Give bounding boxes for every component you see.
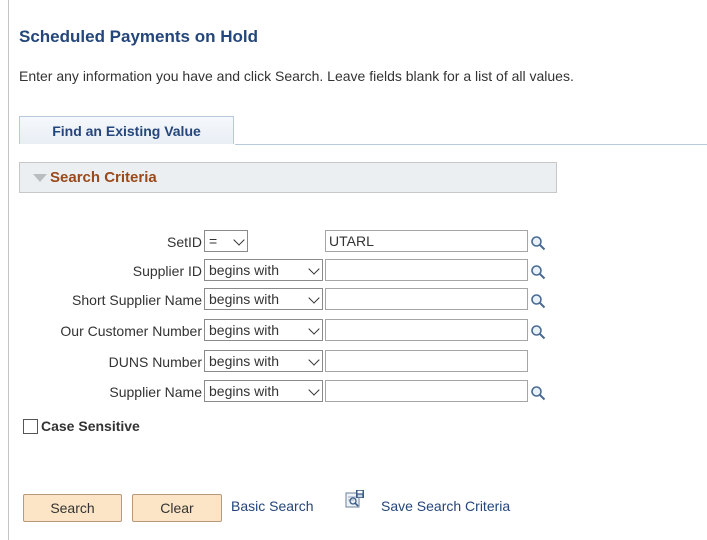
supplier-name-operator-select[interactable]: begins with (204, 380, 323, 402)
supplier-name-label: Supplier Name (109, 384, 202, 400)
tab-label: Find an Existing Value (52, 122, 201, 139)
field-row-supplier-name: Supplier Name begins with (0, 380, 560, 404)
supplier-name-input[interactable] (325, 380, 528, 402)
case-sensitive-checkbox[interactable] (23, 418, 38, 434)
basic-search-link[interactable]: Basic Search (231, 498, 313, 514)
setid-operator-select[interactable]: = (204, 230, 248, 252)
search-criteria-header[interactable]: Search Criteria (19, 162, 557, 193)
our-customer-number-input[interactable] (325, 319, 528, 341)
short-supplier-name-input[interactable] (325, 288, 528, 310)
page-title: Scheduled Payments on Hold (19, 27, 258, 46)
clear-button[interactable]: Clear (132, 494, 222, 522)
duns-number-operator-select[interactable]: begins with (204, 350, 323, 372)
field-row-supplier-id: Supplier ID begins with (0, 259, 560, 283)
chevron-down-icon (308, 263, 320, 275)
search-button[interactable]: Search (23, 494, 122, 522)
tab-find-existing-value[interactable]: Find an Existing Value (19, 116, 234, 144)
chevron-down-icon (308, 292, 320, 304)
page-instructions: Enter any information you have and click… (19, 68, 574, 84)
case-sensitive-option[interactable]: Case Sensitive (23, 418, 140, 434)
save-search-criteria-link[interactable]: Save Search Criteria (381, 498, 510, 514)
field-row-duns-number: DUNS Number begins with (0, 350, 560, 374)
field-row-short-supplier-name: Short Supplier Name begins with (0, 288, 560, 312)
duns-number-label: DUNS Number (108, 354, 202, 370)
save-search-icon[interactable] (345, 489, 365, 509)
short-supplier-name-operator-select[interactable]: begins with (204, 288, 323, 310)
magnifier-lookup-icon[interactable] (530, 264, 546, 280)
setid-input[interactable]: UTARL (325, 230, 528, 252)
chevron-down-icon (308, 354, 320, 366)
duns-number-operator-value: begins with (209, 353, 280, 369)
our-customer-number-operator-select[interactable]: begins with (204, 319, 323, 341)
supplier-id-operator-select[interactable]: begins with (204, 259, 323, 281)
setid-label: SetID (166, 234, 202, 250)
supplier-name-operator-value: begins with (209, 383, 280, 399)
magnifier-lookup-icon[interactable] (530, 293, 546, 309)
tab-underline (235, 144, 707, 145)
setid-operator-value: = (209, 233, 218, 249)
magnifier-lookup-icon[interactable] (530, 385, 546, 401)
collapse-triangle-icon[interactable] (33, 174, 47, 182)
magnifier-lookup-icon[interactable] (530, 235, 546, 251)
supplier-id-input[interactable] (325, 259, 528, 281)
field-row-setid: SetID = UTARL (0, 230, 560, 254)
supplier-id-label: Supplier ID (132, 263, 202, 279)
supplier-id-operator-value: begins with (209, 262, 280, 278)
short-supplier-name-label: Short Supplier Name (72, 292, 202, 308)
field-row-our-customer-number: Our Customer Number begins with (0, 319, 560, 343)
our-customer-number-label: Our Customer Number (60, 323, 202, 339)
chevron-down-icon (308, 384, 320, 396)
our-customer-number-operator-value: begins with (209, 322, 280, 338)
duns-number-input[interactable] (325, 350, 528, 372)
chevron-down-icon (233, 234, 245, 246)
case-sensitive-label: Case Sensitive (41, 418, 140, 434)
chevron-down-icon (308, 323, 320, 335)
short-supplier-name-operator-value: begins with (209, 291, 280, 307)
magnifier-lookup-icon[interactable] (530, 324, 546, 340)
search-criteria-title: Search Criteria (50, 169, 157, 186)
